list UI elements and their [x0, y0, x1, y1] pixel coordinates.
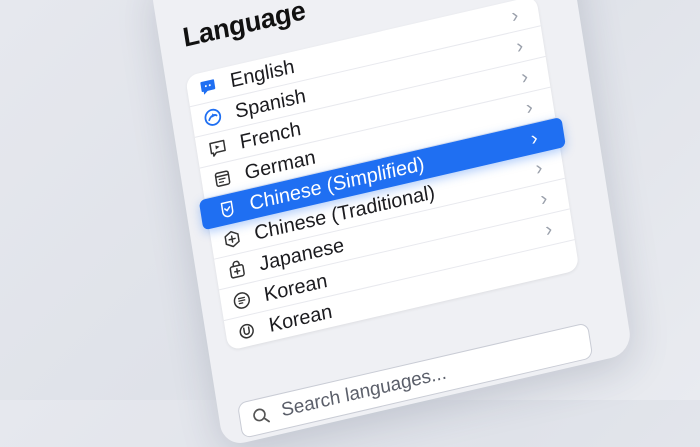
chevron-right-icon: ›	[524, 95, 535, 120]
bag-plus-icon	[227, 259, 247, 281]
chevron-right-icon: ›	[514, 34, 525, 58]
search-input[interactable]	[277, 331, 580, 424]
chevron-right-icon: ›	[533, 156, 544, 180]
hexagon-plus-icon	[222, 228, 242, 250]
language-list: English › Spanish › French › German › Ch…	[185, 0, 580, 351]
chevron-right-icon: ›	[538, 186, 549, 211]
chat-bubble-icon	[198, 76, 218, 98]
page-title: Language	[180, 0, 308, 53]
document-icon	[212, 168, 232, 190]
chevron-right-icon: ›	[519, 65, 530, 89]
search-icon	[251, 405, 271, 427]
u-badge-icon	[237, 320, 257, 342]
shield-check-icon	[217, 198, 237, 220]
play-box-icon	[208, 137, 228, 159]
search-box[interactable]	[236, 322, 594, 439]
language-panel: Language › English › Spanish ›	[150, 0, 633, 447]
chevron-right-icon: ›	[529, 126, 540, 150]
swirl-icon	[203, 106, 223, 128]
chevron-right-icon: ›	[543, 217, 554, 241]
chevron-right-icon: ›	[509, 3, 520, 27]
scene: Language › English › Spanish ›	[0, 0, 700, 447]
list-circle-icon	[232, 290, 252, 312]
